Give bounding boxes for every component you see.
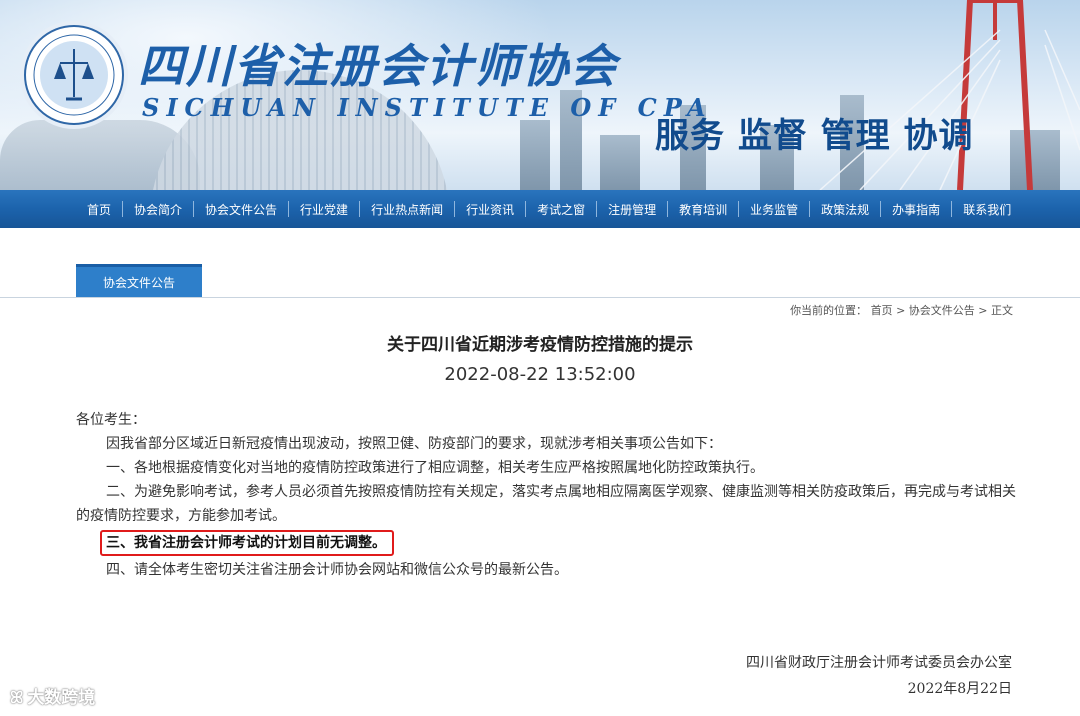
site-slogan: 服务 监督 管理 协调 [655,116,974,156]
article-datetime: 2022-08-22 13:52:00 [444,364,636,385]
breadcrumb-section[interactable]: 协会文件公告 [909,304,975,317]
article-sign-date: 2022年8月22日 [907,681,1012,697]
article-salutation: 各位考生： [76,412,146,428]
site-banner: 四川省注册会计师协会 SICHUAN INSTITUTE OF CPA 服务 监… [0,0,1080,190]
breadcrumb-separator: > [896,304,906,317]
nav-item-announcements[interactable]: 协会文件公告 [194,201,288,218]
article-paragraph: 二、为避免影响考试，参考人员必须首先按照疫情防控有关规定，落实考点属地相应隔离医… [76,484,1016,524]
article-body: 各位考生： 因我省部分区域近日新冠疫情出现波动，按照卫健、防疫部门的要求，现就涉… [76,408,1016,582]
site-title: 四川省注册会计师协会 [138,39,618,93]
nav-item-regulations[interactable]: 政策法规 [810,201,880,218]
nav-item-about[interactable]: 协会简介 [123,201,193,218]
breadcrumb-separator: > [978,304,988,317]
nav-item-supervision[interactable]: 业务监管 [739,201,809,218]
article-signature: 四川省财政厅注册会计师考试委员会办公室 [746,655,1012,671]
tab-underline [0,297,1080,298]
tab-announcements[interactable]: 协会文件公告 [76,264,202,298]
watermark-logo-icon: ꕤ [10,688,24,707]
nav-item-hot-news[interactable]: 行业热点新闻 [360,201,454,218]
article-paragraph: 一、各地根据疫情变化对当地的疫情防控政策进行了相应调整，相关考生应严格按照属地化… [106,460,764,476]
nav-item-exam-window[interactable]: 考试之窗 [526,201,596,218]
watermark: ꕤ 大数跨境 [10,683,95,708]
main-nav: 首页 协会简介 协会文件公告 行业党建 行业热点新闻 行业资讯 考试之窗 注册管… [0,190,1080,228]
nav-item-industry-info[interactable]: 行业资讯 [455,201,525,218]
nav-item-party-building[interactable]: 行业党建 [289,201,359,218]
nav-item-training[interactable]: 教育培训 [668,201,738,218]
nav-item-home[interactable]: 首页 [76,201,122,218]
breadcrumb-prefix: 你当前的位置： [790,304,868,317]
article-paragraph: 因我省部分区域近日新冠疫情出现波动，按照卫健、防疫部门的要求，现就涉考相关事项公… [106,436,722,452]
nav-item-registration[interactable]: 注册管理 [597,201,667,218]
article-title: 关于四川省近期涉考疫情防控措施的提示 [387,335,693,355]
breadcrumb: 你当前的位置： 首页 > 协会文件公告 > 正文 [790,302,1013,318]
cpa-logo[interactable] [24,25,124,125]
nav-item-contact[interactable]: 联系我们 [952,201,1022,218]
article-paragraph: 四、请全体考生密切关注省注册会计师协会网站和微信公众号的最新公告。 [106,562,568,578]
highlighted-paragraph: 三、我省注册会计师考试的计划目前无调整。 [100,530,394,556]
breadcrumb-home[interactable]: 首页 [871,304,893,317]
watermark-text: 大数跨境 [27,688,96,708]
nav-item-guide[interactable]: 办事指南 [881,201,951,218]
breadcrumb-current: 正文 [991,304,1013,317]
site-subtitle: SICHUAN INSTITUTE OF CPA [142,93,713,122]
